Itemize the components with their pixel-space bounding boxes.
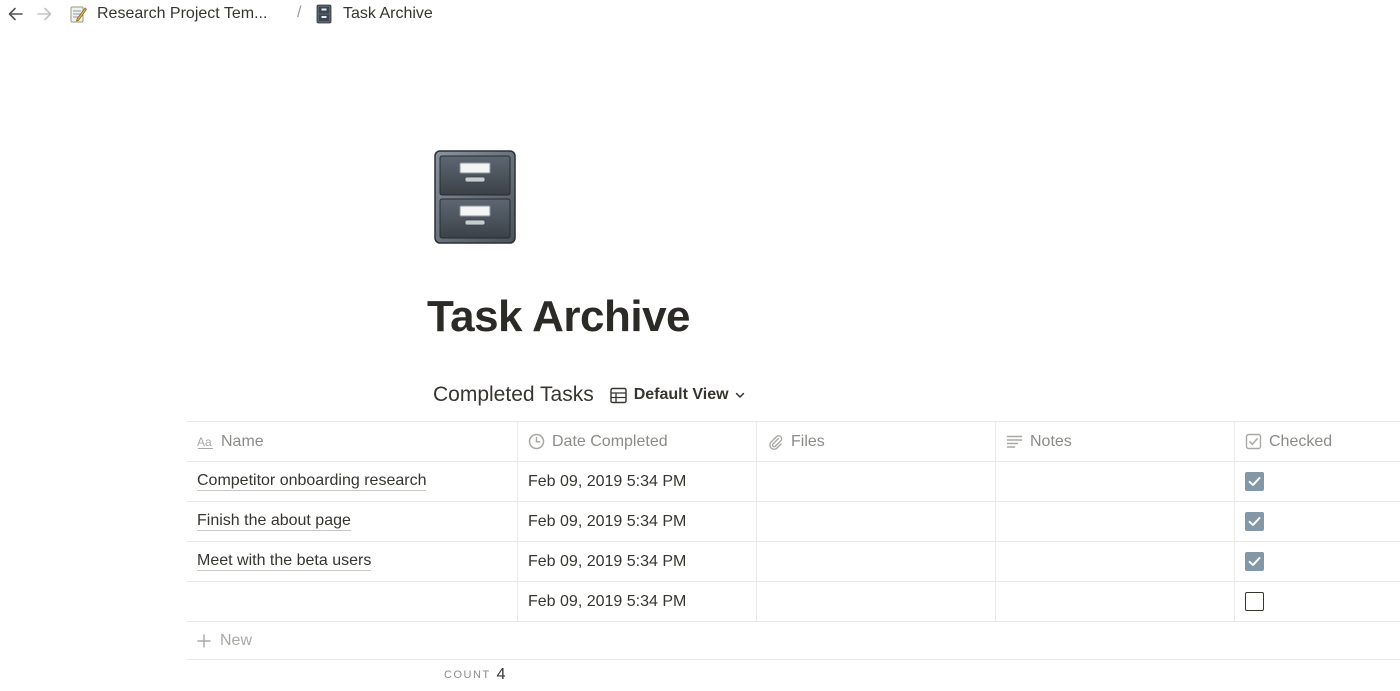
table-row[interactable]: Competitor onboarding research Feb 09, 2… [187, 462, 1400, 502]
date-cell[interactable]: Feb 09, 2019 5:34 PM [517, 502, 756, 541]
memo-icon [70, 6, 87, 23]
checked-cell [1234, 542, 1400, 581]
forward-arrow-icon[interactable] [34, 4, 54, 24]
row-name[interactable]: Finish the about page [197, 512, 351, 531]
checkbox-checked[interactable] [1245, 552, 1264, 571]
count-label: COUNT [444, 669, 491, 681]
back-arrow-icon[interactable] [6, 4, 26, 24]
name-cell[interactable]: Finish the about page [187, 502, 517, 541]
table-row[interactable]: Meet with the beta users Feb 09, 2019 5:… [187, 542, 1400, 582]
breadcrumb-label: Research Project Tem... [97, 5, 268, 22]
table-row[interactable]: Finish the about page Feb 09, 2019 5:34 … [187, 502, 1400, 542]
row-name[interactable]: Meet with the beta users [197, 552, 372, 571]
files-cell[interactable] [756, 582, 995, 621]
column-label: Checked [1269, 432, 1333, 450]
count-value: 4 [496, 666, 506, 683]
clock-icon [528, 433, 545, 450]
column-label: Files [791, 432, 825, 450]
new-label: New [220, 631, 253, 649]
file-cabinet-icon[interactable] [434, 150, 516, 244]
name-cell[interactable]: Competitor onboarding research [187, 462, 517, 501]
row-date: Feb 09, 2019 5:34 PM [528, 472, 687, 490]
table-header-row: Aa Name Date Completed Files Notes Check… [187, 421, 1400, 462]
svg-text:Aa: Aa [197, 435, 212, 449]
name-cell[interactable] [187, 582, 517, 621]
chevron-down-icon [735, 392, 744, 398]
table-view-icon [610, 387, 627, 403]
files-cell[interactable] [756, 462, 995, 501]
paperclip-icon [769, 435, 783, 450]
column-label: Name [221, 432, 264, 450]
column-header-date-completed[interactable]: Date Completed [517, 422, 756, 461]
database-table: Aa Name Date Completed Files Notes Check… [187, 421, 1400, 660]
checkbox-unchecked[interactable] [1245, 592, 1264, 611]
breadcrumb-label: Task Archive [343, 5, 433, 22]
notes-cell[interactable] [995, 582, 1234, 621]
text-aa-icon: Aa [197, 435, 213, 449]
topbar: Research Project Tem... / Task Archive [0, 0, 1400, 28]
table-row[interactable]: Feb 09, 2019 5:34 PM [187, 582, 1400, 622]
checked-cell [1234, 582, 1400, 621]
files-cell[interactable] [756, 542, 995, 581]
date-cell[interactable]: Feb 09, 2019 5:34 PM [517, 582, 756, 621]
file-cabinet-icon [316, 4, 332, 24]
add-new-row-button[interactable]: New [187, 622, 1400, 660]
database-header: Completed Tasks Default View [433, 380, 746, 410]
date-cell[interactable]: Feb 09, 2019 5:34 PM [517, 462, 756, 501]
checkbox-icon [1245, 433, 1262, 450]
breadcrumb-item-task-archive[interactable]: Task Archive [314, 4, 433, 24]
column-header-name[interactable]: Aa Name [187, 422, 517, 461]
column-label: Notes [1030, 432, 1072, 450]
row-date: Feb 09, 2019 5:34 PM [528, 552, 687, 570]
breadcrumb-separator: / [297, 4, 302, 21]
view-selector[interactable]: Default View [610, 386, 746, 404]
checkbox-checked[interactable] [1245, 472, 1264, 491]
row-date: Feb 09, 2019 5:34 PM [528, 592, 687, 610]
plus-icon [197, 633, 211, 648]
checkbox-checked[interactable] [1245, 512, 1264, 531]
row-name[interactable]: Competitor onboarding research [197, 472, 427, 491]
page-title[interactable]: Task Archive [427, 292, 691, 342]
checked-cell [1234, 462, 1400, 501]
checked-cell [1234, 502, 1400, 541]
column-header-checked[interactable]: Checked [1234, 422, 1400, 461]
column-label: Date Completed [552, 432, 668, 450]
notes-cell[interactable] [995, 462, 1234, 501]
database-title[interactable]: Completed Tasks [433, 383, 594, 407]
count-summary[interactable]: COUNT 4 [444, 666, 506, 684]
column-header-notes[interactable]: Notes [995, 422, 1234, 461]
column-header-files[interactable]: Files [756, 422, 995, 461]
row-date: Feb 09, 2019 5:34 PM [528, 512, 687, 530]
notes-cell[interactable] [995, 502, 1234, 541]
files-cell[interactable] [756, 502, 995, 541]
name-cell[interactable]: Meet with the beta users [187, 542, 517, 581]
date-cell[interactable]: Feb 09, 2019 5:34 PM [517, 542, 756, 581]
lines-icon [1006, 435, 1023, 448]
view-label: Default View [633, 386, 729, 403]
notes-cell[interactable] [995, 542, 1234, 581]
breadcrumb-item-research-project[interactable]: Research Project Tem... [68, 4, 267, 24]
